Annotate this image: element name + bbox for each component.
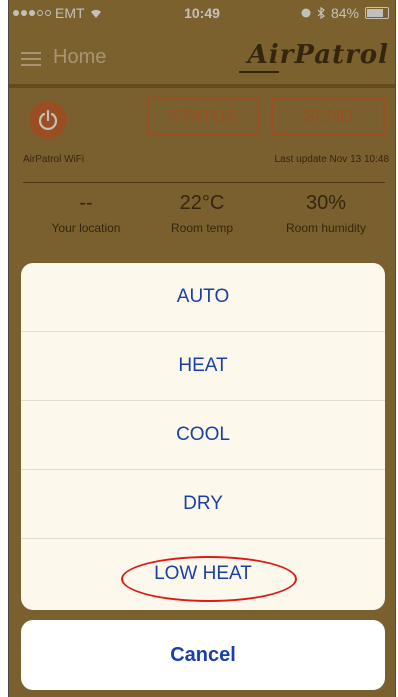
option-cool[interactable]: COOL xyxy=(21,401,385,470)
option-auto[interactable]: AUTO xyxy=(21,263,385,332)
option-heat[interactable]: HEAT xyxy=(21,332,385,401)
phone-screen: EMT 10:49 84% Home AirPatrol STATUS SEND… xyxy=(8,0,396,697)
option-dry[interactable]: DRY xyxy=(21,470,385,539)
cancel-button[interactable]: Cancel xyxy=(21,620,385,690)
highlight-annotation xyxy=(121,556,297,602)
